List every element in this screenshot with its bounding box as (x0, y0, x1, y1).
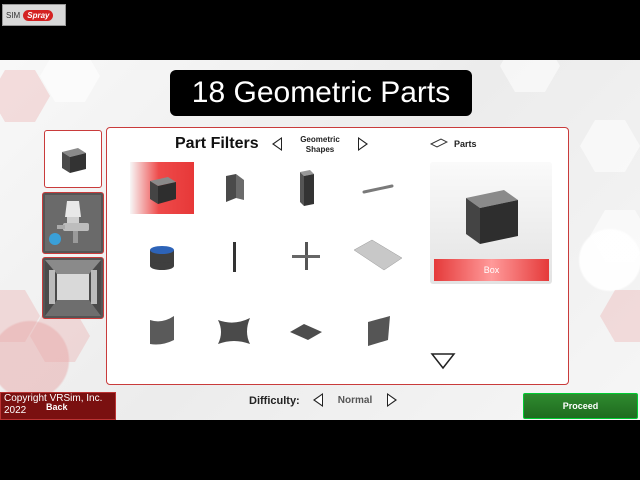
proceed-button[interactable]: Proceed (523, 393, 638, 419)
part-concave-panel[interactable] (202, 304, 266, 356)
scroll-down-arrow-icon[interactable] (430, 352, 456, 370)
flat-plate-icon (353, 239, 403, 271)
spray-gun-icon (45, 195, 101, 251)
part-tilted-panel[interactable] (346, 304, 410, 356)
rect-column-icon (300, 170, 314, 206)
tab-spray-booth[interactable] (42, 257, 104, 319)
part-filters-label: Part Filters (175, 135, 259, 152)
cylinder-icon (150, 246, 174, 270)
part-cylinder[interactable] (130, 230, 194, 282)
rod-icon (362, 184, 394, 194)
difficulty-value: Normal (337, 395, 373, 406)
logo-prefix: SIM (6, 10, 21, 20)
thin-bar-icon (233, 242, 236, 272)
logo-name: Spray (23, 9, 54, 21)
spray-booth-icon (45, 260, 101, 316)
box-icon (150, 177, 176, 204)
angle-bracket-icon (226, 174, 244, 202)
box-icon (62, 148, 86, 173)
filter-next-arrow-icon[interactable] (358, 137, 368, 151)
simspray-logo: SIM Spray (2, 4, 66, 26)
part-small-plate[interactable] (274, 304, 338, 356)
concave-panel-icon (218, 318, 250, 344)
part-thin-bar[interactable] (202, 230, 266, 282)
back-button-label: Back (46, 402, 68, 412)
preview-part-name: Box (434, 259, 549, 281)
part-curved-panel[interactable] (130, 304, 194, 356)
curved-panel-icon (150, 316, 174, 345)
part-angle[interactable] (202, 162, 266, 214)
tab-parts[interactable] (44, 130, 102, 188)
tilted-panel-icon (368, 316, 390, 346)
flat-panel-icon (430, 138, 448, 148)
difficulty-label: Difficulty: (249, 395, 300, 407)
difficulty-next-arrow-icon[interactable] (387, 393, 397, 407)
part-cross[interactable] (274, 230, 338, 282)
small-plate-icon (290, 324, 322, 340)
part-rod[interactable] (346, 162, 410, 214)
parts-header-label: Parts (454, 139, 477, 149)
tab-spray-gun[interactable] (42, 192, 104, 254)
page-title: 18 Geometric Parts (170, 70, 472, 116)
part-box[interactable] (130, 162, 194, 214)
cross-icon (292, 242, 320, 270)
part-rect-column[interactable] (274, 162, 338, 214)
filter-value: Geometric Shapes (300, 135, 340, 154)
difficulty-prev-arrow-icon[interactable] (313, 393, 323, 407)
filter-prev-arrow-icon[interactable] (272, 137, 282, 151)
part-flat-plate[interactable] (346, 230, 410, 282)
box-preview-icon (466, 190, 518, 244)
